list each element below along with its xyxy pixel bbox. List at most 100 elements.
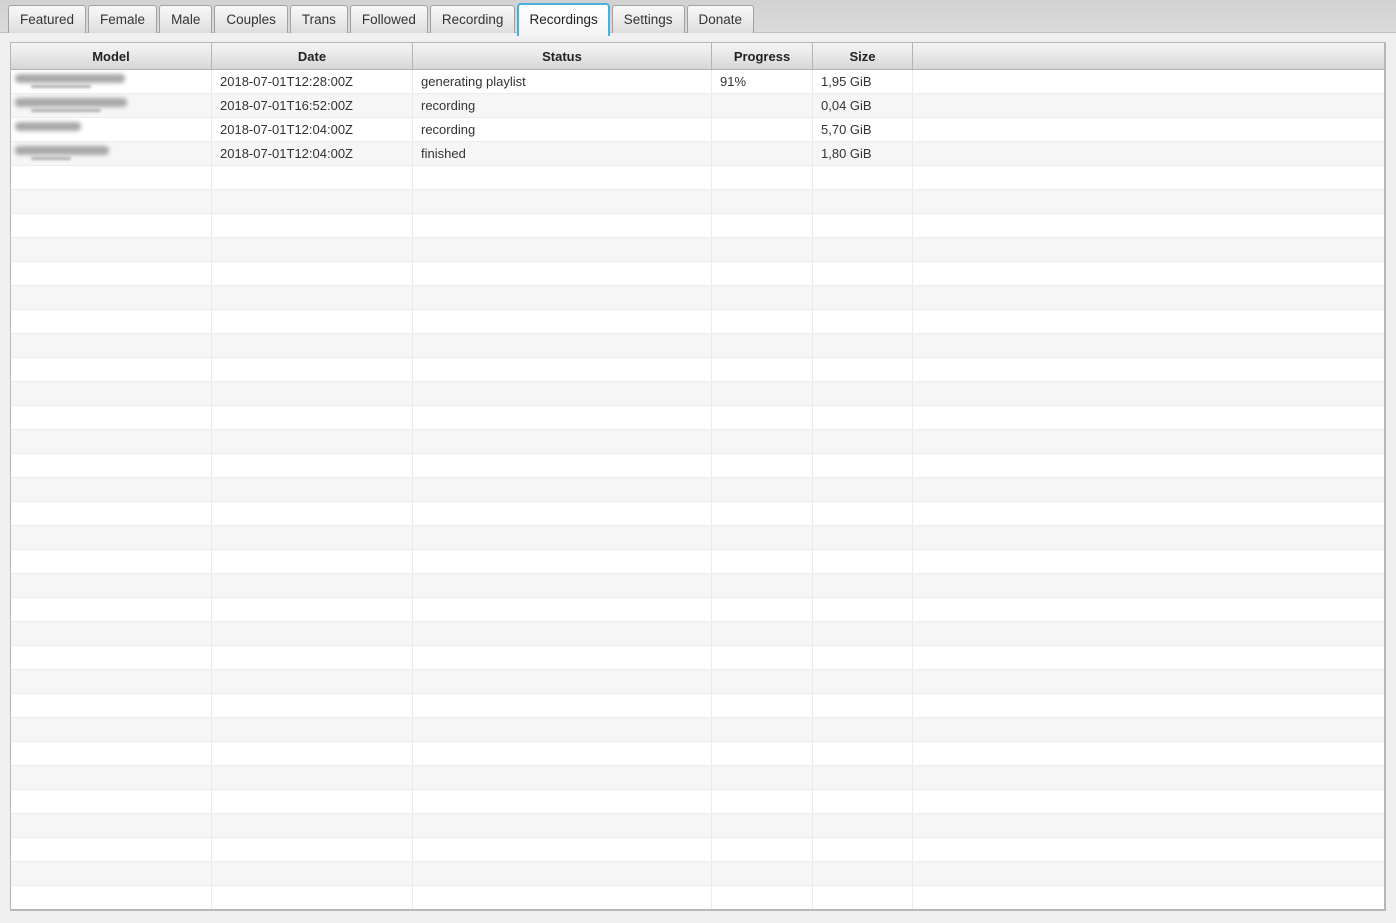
table-row-empty[interactable] [11,190,1384,214]
cell-date [212,646,413,669]
cell-model [11,286,212,309]
cell-size [813,694,913,717]
cell-size [813,238,913,261]
table-row-empty[interactable] [11,454,1384,478]
column-header-status[interactable]: Status [413,43,712,69]
table-row-empty[interactable] [11,694,1384,718]
table-row-empty[interactable] [11,862,1384,886]
table-row-empty[interactable] [11,718,1384,742]
cell-extra [913,526,1384,549]
cell-status [413,814,712,837]
table-row-empty[interactable] [11,790,1384,814]
tab-followed[interactable]: Followed [349,5,428,33]
cell-date [212,694,413,717]
table-row-empty[interactable] [11,166,1384,190]
cell-date [212,286,413,309]
column-header-progress[interactable]: Progress [712,43,813,69]
tab-couples[interactable]: Couples [214,5,288,33]
cell-size [813,406,913,429]
table-row[interactable]: 2018-07-01T12:28:00Z generating playlist 9… [11,70,1384,94]
table-row-empty[interactable] [11,598,1384,622]
cell-model [11,742,212,765]
cell-extra [913,142,1384,165]
tab-featured[interactable]: Featured [8,5,87,33]
cell-extra [913,790,1384,813]
cell-model [11,262,212,285]
cell-status [413,790,712,813]
cell-progress [712,670,813,693]
cell-status: generating playlist [413,70,712,93]
cell-date [212,622,413,645]
cell-date [212,862,413,885]
table-header-row: Model Date Status Progress Size [11,43,1384,70]
table-row-empty[interactable] [11,406,1384,430]
cell-progress [712,766,813,789]
table-row[interactable]: 2018-07-01T12:04:00Z recording 5,70 GiB [11,118,1384,142]
table-row-empty[interactable] [11,334,1384,358]
cell-progress [712,862,813,885]
cell-size [813,862,913,885]
table-row-empty[interactable] [11,382,1384,406]
column-header-date[interactable]: Date [212,43,413,69]
cell-progress [712,286,813,309]
column-header-model[interactable]: Model [11,43,212,69]
table-row-empty[interactable] [11,646,1384,670]
table-row-empty[interactable] [11,286,1384,310]
cell-progress [712,718,813,741]
cell-extra [913,118,1384,141]
cell-size [813,334,913,357]
table-row-empty[interactable] [11,814,1384,838]
cell-size [813,622,913,645]
table-row-empty[interactable] [11,358,1384,382]
table-row-empty[interactable] [11,574,1384,598]
table-row-empty[interactable] [11,838,1384,862]
cell-date [212,886,413,909]
tab-recording[interactable]: Recording [429,5,516,33]
table-row-empty[interactable] [11,262,1384,286]
cell-model [11,574,212,597]
table-row[interactable]: 2018-07-01T12:04:00Z finished 1,80 GiB [11,142,1384,166]
cell-size [813,190,913,213]
tab-female[interactable]: Female [88,5,158,33]
redacted-model-name [15,122,81,131]
cell-date [212,214,413,237]
cell-extra [913,94,1384,117]
cell-status [413,646,712,669]
cell-date [212,574,413,597]
table-row-empty[interactable] [11,310,1384,334]
cell-size [813,454,913,477]
cell-model [11,430,212,453]
cell-extra [913,718,1384,741]
table-row[interactable]: 2018-07-01T16:52:00Z recording 0,04 GiB [11,94,1384,118]
cell-model [11,190,212,213]
tab-trans[interactable]: Trans [289,5,348,33]
table-row-empty[interactable] [11,886,1384,909]
tab-settings[interactable]: Settings [611,5,685,33]
table-row-empty[interactable] [11,550,1384,574]
cell-size: 1,80 GiB [813,142,913,165]
table-row-empty[interactable] [11,238,1384,262]
table-row-empty[interactable] [11,502,1384,526]
cell-model [11,382,212,405]
tab-male[interactable]: Male [159,5,213,33]
table-row-empty[interactable] [11,622,1384,646]
column-header-size[interactable]: Size [813,43,913,69]
cell-size [813,214,913,237]
column-header-extra[interactable] [913,43,1384,69]
cell-date [212,838,413,861]
cell-progress [712,310,813,333]
table-row-empty[interactable] [11,742,1384,766]
cell-size: 5,70 GiB [813,118,913,141]
cell-progress [712,94,813,117]
cell-progress: 91% [712,70,813,93]
cell-model [11,622,212,645]
table-row-empty[interactable] [11,214,1384,238]
table-row-empty[interactable] [11,430,1384,454]
tab-recordings[interactable]: Recordings [517,3,610,36]
table-row-empty[interactable] [11,478,1384,502]
table-row-empty[interactable] [11,670,1384,694]
table-row-empty[interactable] [11,526,1384,550]
table-row-empty[interactable] [11,766,1384,790]
tab-donate[interactable]: Donate [686,5,755,33]
cell-status [413,478,712,501]
